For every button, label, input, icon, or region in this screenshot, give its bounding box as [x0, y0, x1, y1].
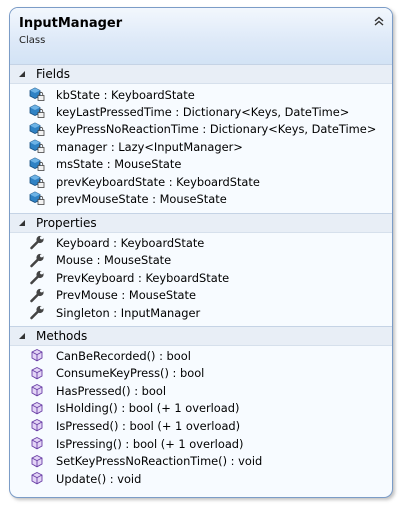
property-member-row[interactable]: Mouse : MouseState: [28, 252, 171, 269]
section-header-properties[interactable]: Properties: [10, 213, 392, 233]
section-header-fields[interactable]: Fields: [10, 64, 392, 84]
method-member-row[interactable]: ConsumeKeyPress() : bool: [28, 365, 204, 382]
class-diagram-box: InputManager Class Fields kbState : Keyb…: [9, 7, 393, 498]
method-member-label: IsPressed() : bool (+ 1 overload): [56, 418, 241, 433]
field-member-row[interactable]: prevMouseState : MouseState: [28, 190, 227, 207]
property-member-label: Singleton : InputManager: [56, 305, 201, 320]
method-member-label: IsPressing() : bool (+ 1 overload): [56, 436, 244, 451]
wrench-property-icon: [28, 235, 46, 251]
field-member-row[interactable]: kbState : KeyboardState: [28, 86, 195, 103]
method-cube-icon: [28, 453, 46, 469]
expanded-triangle-icon[interactable]: [18, 332, 26, 340]
section-header-methods[interactable]: Methods: [10, 326, 392, 346]
method-member-row[interactable]: CanBeRecorded() : bool: [28, 347, 191, 364]
method-cube-icon: [28, 471, 46, 487]
field-member-row[interactable]: manager : Lazy<InputManager>: [28, 138, 243, 155]
method-member-label: SetKeyPressNoReactionTime() : void: [56, 454, 263, 469]
expanded-triangle-icon[interactable]: [18, 70, 26, 78]
property-member-label: PrevKeyboard : KeyboardState: [56, 270, 230, 285]
method-member-label: IsHolding() : bool (+ 1 overload): [56, 401, 240, 416]
class-kind: Class: [19, 35, 46, 46]
field-member-label: keyPressNoReactionTime : Dictionary<Keys…: [56, 122, 377, 137]
wrench-property-icon: [28, 252, 46, 268]
wrench-property-icon: [28, 305, 46, 321]
property-member-label: Mouse : MouseState: [56, 253, 172, 268]
field-member-row[interactable]: msState : MouseState: [28, 156, 181, 173]
property-member-label: Keyboard : KeyboardState: [56, 235, 205, 250]
method-cube-icon: [28, 400, 46, 416]
method-member-label: ConsumeKeyPress() : bool: [56, 366, 205, 381]
field-member-label: kbState : KeyboardState: [56, 87, 195, 102]
double-chevron-up-icon[interactable]: [372, 14, 386, 28]
field-member-label: keyLastPressedTime : Dictionary<Keys, Da…: [56, 104, 350, 119]
private-field-icon: [28, 87, 46, 103]
section-title-fields: Fields: [36, 67, 70, 81]
method-member-row[interactable]: Update() : void: [28, 470, 141, 487]
private-field-icon: [28, 139, 46, 155]
field-member-label: prevKeyboardState : KeyboardState: [56, 174, 260, 189]
field-member-row[interactable]: keyPressNoReactionTime : Dictionary<Keys…: [28, 121, 376, 138]
field-member-label: msState : MouseState: [56, 157, 182, 172]
property-member-row[interactable]: Singleton : InputManager: [28, 304, 200, 321]
method-cube-icon: [28, 436, 46, 452]
property-member-row[interactable]: PrevMouse : MouseState: [28, 287, 196, 304]
field-member-row[interactable]: prevKeyboardState : KeyboardState: [28, 173, 260, 190]
property-member-row[interactable]: Keyboard : KeyboardState: [28, 234, 204, 251]
method-member-label: CanBeRecorded() : bool: [56, 348, 191, 363]
field-member-label: prevMouseState : MouseState: [56, 191, 227, 206]
private-field-icon: [28, 104, 46, 120]
method-cube-icon: [28, 418, 46, 434]
method-member-row[interactable]: IsPressing() : bool (+ 1 overload): [28, 435, 243, 452]
property-member-row[interactable]: PrevKeyboard : KeyboardState: [28, 269, 229, 286]
class-header: InputManager Class: [10, 8, 392, 65]
private-field-icon: [28, 121, 46, 137]
method-member-label: Update() : void: [56, 471, 142, 486]
method-member-row[interactable]: SetKeyPressNoReactionTime() : void: [28, 453, 262, 470]
section-title-properties: Properties: [36, 216, 97, 230]
method-member-row[interactable]: IsPressed() : bool (+ 1 overload): [28, 417, 240, 434]
method-member-label: HasPressed() : bool: [56, 383, 166, 398]
wrench-property-icon: [28, 270, 46, 286]
expanded-triangle-icon[interactable]: [18, 219, 26, 227]
method-member-row[interactable]: IsHolding() : bool (+ 1 overload): [28, 400, 239, 417]
method-cube-icon: [28, 365, 46, 381]
private-field-icon: [28, 156, 46, 172]
wrench-property-icon: [28, 287, 46, 303]
method-member-row[interactable]: HasPressed() : bool: [28, 382, 166, 399]
method-cube-icon: [28, 348, 46, 364]
field-member-label: manager : Lazy<InputManager>: [56, 139, 243, 154]
private-field-icon: [28, 191, 46, 207]
property-member-label: PrevMouse : MouseState: [56, 288, 196, 303]
class-name: InputManager: [19, 16, 123, 31]
method-cube-icon: [28, 383, 46, 399]
private-field-icon: [28, 174, 46, 190]
section-title-methods: Methods: [36, 329, 88, 343]
field-member-row[interactable]: keyLastPressedTime : Dictionary<Keys, Da…: [28, 103, 349, 120]
